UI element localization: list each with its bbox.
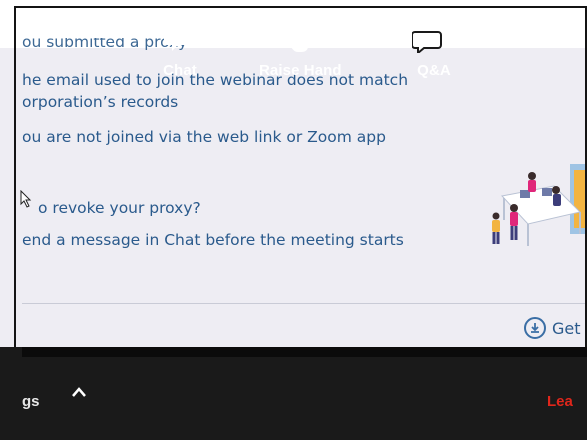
settings-label-fragment[interactable]: gs: [22, 393, 40, 410]
slide-line-send-message: end a message in Chat before the meeting…: [22, 231, 404, 249]
mouse-cursor-icon: [20, 190, 32, 208]
chat-bubble-icon: [163, 23, 197, 53]
chevron-up-icon[interactable]: [70, 386, 88, 398]
qa-label: Q&A: [417, 62, 451, 79]
slide-line-corporation-records: orporation’s records: [22, 93, 179, 111]
people-at-desk-illustration: [492, 164, 587, 246]
get-link[interactable]: Get: [524, 316, 581, 340]
chat-label: Chat: [163, 62, 197, 79]
meeting-toolbar: [0, 347, 587, 440]
raise-hand-label: Raise Hand: [259, 62, 342, 79]
slide-line-revoke-proxy: o revoke your proxy?: [38, 199, 201, 217]
slide-line-not-joined: ou are not joined via the web link or Zo…: [22, 128, 386, 146]
raise-hand-icon: [287, 23, 313, 53]
qa-bubbles-icon: [412, 23, 456, 53]
leave-button-fragment[interactable]: Lea: [547, 393, 573, 410]
chat-button[interactable]: Chat: [163, 23, 197, 79]
toolbar-top-strip: [22, 347, 587, 357]
raise-hand-button[interactable]: Raise Hand: [259, 23, 342, 79]
get-link-label: Get: [552, 318, 581, 338]
qa-button[interactable]: Q&A: [412, 23, 456, 79]
slide-line-email-mismatch: he email used to join the webinar does n…: [22, 71, 409, 89]
document-download-icon: [524, 317, 546, 339]
slide-divider: [22, 303, 587, 304]
